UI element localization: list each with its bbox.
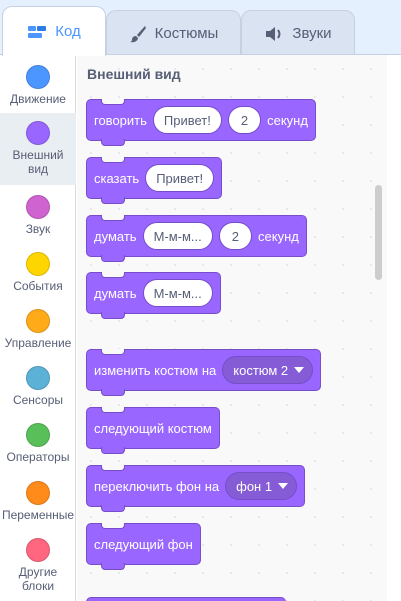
block-text: изменить костюм на: [94, 362, 217, 378]
sensing-color-dot: [26, 366, 50, 390]
looks-color-dot: [26, 121, 50, 145]
dropdown-caret-icon: [294, 367, 305, 373]
category-label: Операторы: [6, 450, 70, 464]
block-text: сказать: [94, 170, 140, 186]
block-text: секунд: [267, 112, 308, 128]
block-text: думать: [94, 285, 137, 301]
category-label: Движение: [10, 92, 66, 106]
category-variables[interactable]: Переменные: [0, 473, 76, 531]
tab-sounds-label: Звуки: [292, 25, 332, 42]
my-blocks-color-dot: [26, 538, 50, 562]
category-sound[interactable]: Звук: [0, 187, 76, 245]
category-label: Другие блоки: [18, 565, 58, 593]
section-title: Внешний вид: [87, 66, 181, 82]
palette-scrollbar[interactable]: [375, 185, 382, 280]
say-block[interactable]: сказать Привет!: [86, 157, 223, 204]
next-backdrop-block[interactable]: следующий фон: [86, 523, 201, 570]
block-text: следующий костюм: [94, 420, 212, 436]
tab-costumes[interactable]: Костюмы: [106, 10, 241, 56]
think-block[interactable]: думать М-м-м...: [86, 272, 221, 319]
block-text: говорить: [94, 112, 147, 128]
speaker-icon: [264, 26, 284, 42]
category-label: Сенсоры: [12, 393, 64, 407]
message-input[interactable]: Привет!: [145, 164, 215, 192]
tab-sounds[interactable]: Звуки: [241, 10, 355, 56]
category-my-blocks[interactable]: Другие блоки: [0, 530, 76, 600]
category-events[interactable]: События: [0, 244, 76, 302]
costume-dropdown-value: костюм 2: [233, 362, 289, 378]
editor-tabs: Код Костюмы Звуки: [0, 0, 401, 56]
operators-color-dot: [26, 423, 50, 447]
think-for-secs-block[interactable]: думать М-м-м... 2 секунд: [86, 215, 307, 262]
control-color-dot: [26, 309, 50, 333]
block-text: секунд: [258, 228, 299, 244]
switch-backdrop-block[interactable]: переключить фон на фон 1: [86, 465, 306, 512]
category-label: Внешний вид: [12, 148, 64, 176]
category-label: События: [13, 279, 63, 293]
next-costume-block[interactable]: следующий костюм: [86, 407, 220, 454]
tab-code[interactable]: Код: [2, 6, 106, 56]
block-text: думать: [94, 228, 137, 244]
tab-code-label: Код: [55, 23, 81, 40]
say-for-secs-block[interactable]: говорить Привет! 2 секунд: [86, 99, 316, 146]
events-color-dot: [26, 252, 50, 276]
variables-color-dot: [26, 481, 50, 505]
category-sensing[interactable]: Сенсоры: [0, 358, 76, 416]
category-label: Управление: [4, 336, 72, 350]
category-menu: Движение Внешний вид Звук События Управл…: [0, 55, 76, 601]
block-text: переключить фон на: [94, 478, 220, 494]
seconds-input[interactable]: 2: [218, 222, 252, 250]
block-text: следующий фон: [94, 536, 193, 552]
category-operators[interactable]: Операторы: [0, 415, 76, 473]
dropdown-caret-icon: [278, 483, 289, 489]
category-control[interactable]: Управление: [0, 301, 76, 359]
message-input[interactable]: М-м-м...: [142, 279, 213, 307]
tab-costumes-label: Костюмы: [154, 25, 219, 42]
sound-color-dot: [26, 195, 50, 219]
brush-icon: [129, 25, 147, 43]
partial-block[interactable]: [86, 597, 286, 601]
category-label: Звук: [25, 222, 51, 236]
category-looks[interactable]: Внешний вид: [0, 113, 76, 185]
seconds-input[interactable]: 2: [227, 106, 262, 134]
message-input[interactable]: М-м-м...: [142, 222, 213, 250]
backdrop-dropdown[interactable]: фон 1: [225, 472, 298, 500]
backdrop-dropdown-value: фон 1: [236, 478, 273, 494]
switch-costume-block[interactable]: изменить костюм на костюм 2: [86, 349, 322, 396]
category-label: Переменные: [1, 508, 75, 522]
category-motion[interactable]: Движение: [0, 57, 76, 115]
message-input[interactable]: Привет!: [152, 106, 222, 134]
costume-dropdown[interactable]: костюм 2: [222, 356, 314, 384]
code-icon: [27, 24, 47, 40]
motion-color-dot: [26, 65, 50, 89]
